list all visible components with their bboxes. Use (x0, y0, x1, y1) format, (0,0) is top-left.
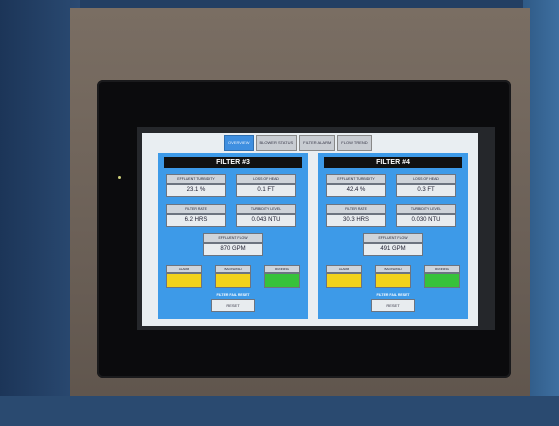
field-value: 23.1 % (166, 184, 226, 197)
indicator-label: BACKWASH (215, 265, 251, 273)
field-value: 0.030 NTU (396, 214, 456, 227)
indicator-lamp (215, 273, 251, 288)
field-value: 491 GPM (363, 243, 423, 256)
filter-panel-3: FILTER #3 EFFLUENT TURBIDITY 23.1 % LOSS… (158, 153, 308, 319)
panel-title: FILTER #4 (324, 157, 462, 168)
indicator-running: RUNNING (264, 265, 300, 288)
field-value: 0.1 FT (236, 184, 296, 197)
indicator-label: RUNNING (424, 265, 460, 273)
indicator-alarm: ALARM (326, 265, 362, 288)
field-turbidity-level: TURBIDITY LEVEL 0.030 NTU (396, 204, 456, 227)
field-loss-of-head: LOSS OF HEAD 0.1 FT (236, 174, 296, 197)
filter-panel-4: FILTER #4 EFFLUENT TURBIDITY 42.4 % LOSS… (318, 153, 468, 319)
tab-overview[interactable]: OVERVIEW (224, 135, 254, 151)
tab-blower-status[interactable]: BLOWER STATUS (255, 135, 298, 151)
filter-fail-reset: FILTER FAIL RESET RESET (371, 291, 415, 312)
reset-button[interactable]: RESET (371, 299, 415, 312)
hmi-screen: OVERVIEW BLOWER STATUS FILTER ALARM FLOW… (142, 133, 478, 326)
field-label: EFFLUENT TURBIDITY (326, 174, 386, 184)
field-turbidity-level: TURBIDITY LEVEL 0.043 NTU (236, 204, 296, 227)
field-label: FILTER RATE (166, 204, 226, 214)
field-filter-rate: FILTER RATE 30.3 HRS (326, 204, 386, 227)
indicator-label: RUNNING (264, 265, 300, 273)
tab-flow-trend[interactable]: FLOW TREND (337, 135, 372, 151)
reset-label: FILTER FAIL RESET (376, 293, 410, 297)
indicator-backwash: BACKWASH (215, 265, 251, 288)
indicator-alarm: ALARM (166, 265, 202, 288)
field-label: FILTER RATE (326, 204, 386, 214)
field-value: 6.2 HRS (166, 214, 226, 227)
background-floor (0, 396, 559, 426)
field-value: 42.4 % (326, 184, 386, 197)
field-value: 0.043 NTU (236, 214, 296, 227)
field-effluent-turbidity: EFFLUENT TURBIDITY 42.4 % (326, 174, 386, 197)
reset-label: FILTER FAIL RESET (216, 293, 250, 297)
indicator-label: ALARM (166, 265, 202, 273)
field-label: TURBIDITY LEVEL (236, 204, 296, 214)
indicator-backwash: BACKWASH (375, 265, 411, 288)
field-label: EFFLUENT FLOW (203, 233, 263, 243)
field-effluent-flow: EFFLUENT FLOW 870 GPM (203, 233, 263, 256)
background-wall-left (0, 0, 80, 426)
indicator-lamp (424, 273, 460, 288)
indicator-lamp (264, 273, 300, 288)
field-label: EFFLUENT TURBIDITY (166, 174, 226, 184)
reset-button[interactable]: RESET (211, 299, 255, 312)
field-value: 0.3 FT (396, 184, 456, 197)
power-led-icon (118, 176, 121, 179)
field-value: 30.3 HRS (326, 214, 386, 227)
field-effluent-turbidity: EFFLUENT TURBIDITY 23.1 % (166, 174, 226, 197)
panel-title: FILTER #3 (164, 157, 302, 168)
field-loss-of-head: LOSS OF HEAD 0.3 FT (396, 174, 456, 197)
indicator-label: BACKWASH (375, 265, 411, 273)
field-label: LOSS OF HEAD (236, 174, 296, 184)
field-label: TURBIDITY LEVEL (396, 204, 456, 214)
filter-fail-reset: FILTER FAIL RESET RESET (211, 291, 255, 312)
field-label: LOSS OF HEAD (396, 174, 456, 184)
indicator-lamp (166, 273, 202, 288)
field-filter-rate: FILTER RATE 6.2 HRS (166, 204, 226, 227)
field-effluent-flow: EFFLUENT FLOW 491 GPM (363, 233, 423, 256)
field-label: EFFLUENT FLOW (363, 233, 423, 243)
tab-filter-alarm[interactable]: FILTER ALARM (299, 135, 336, 151)
indicator-running: RUNNING (424, 265, 460, 288)
tab-bar: OVERVIEW BLOWER STATUS FILTER ALARM FLOW… (224, 135, 372, 151)
indicator-lamp (326, 273, 362, 288)
indicator-label: ALARM (326, 265, 362, 273)
indicator-lamp (375, 273, 411, 288)
field-value: 870 GPM (203, 243, 263, 256)
